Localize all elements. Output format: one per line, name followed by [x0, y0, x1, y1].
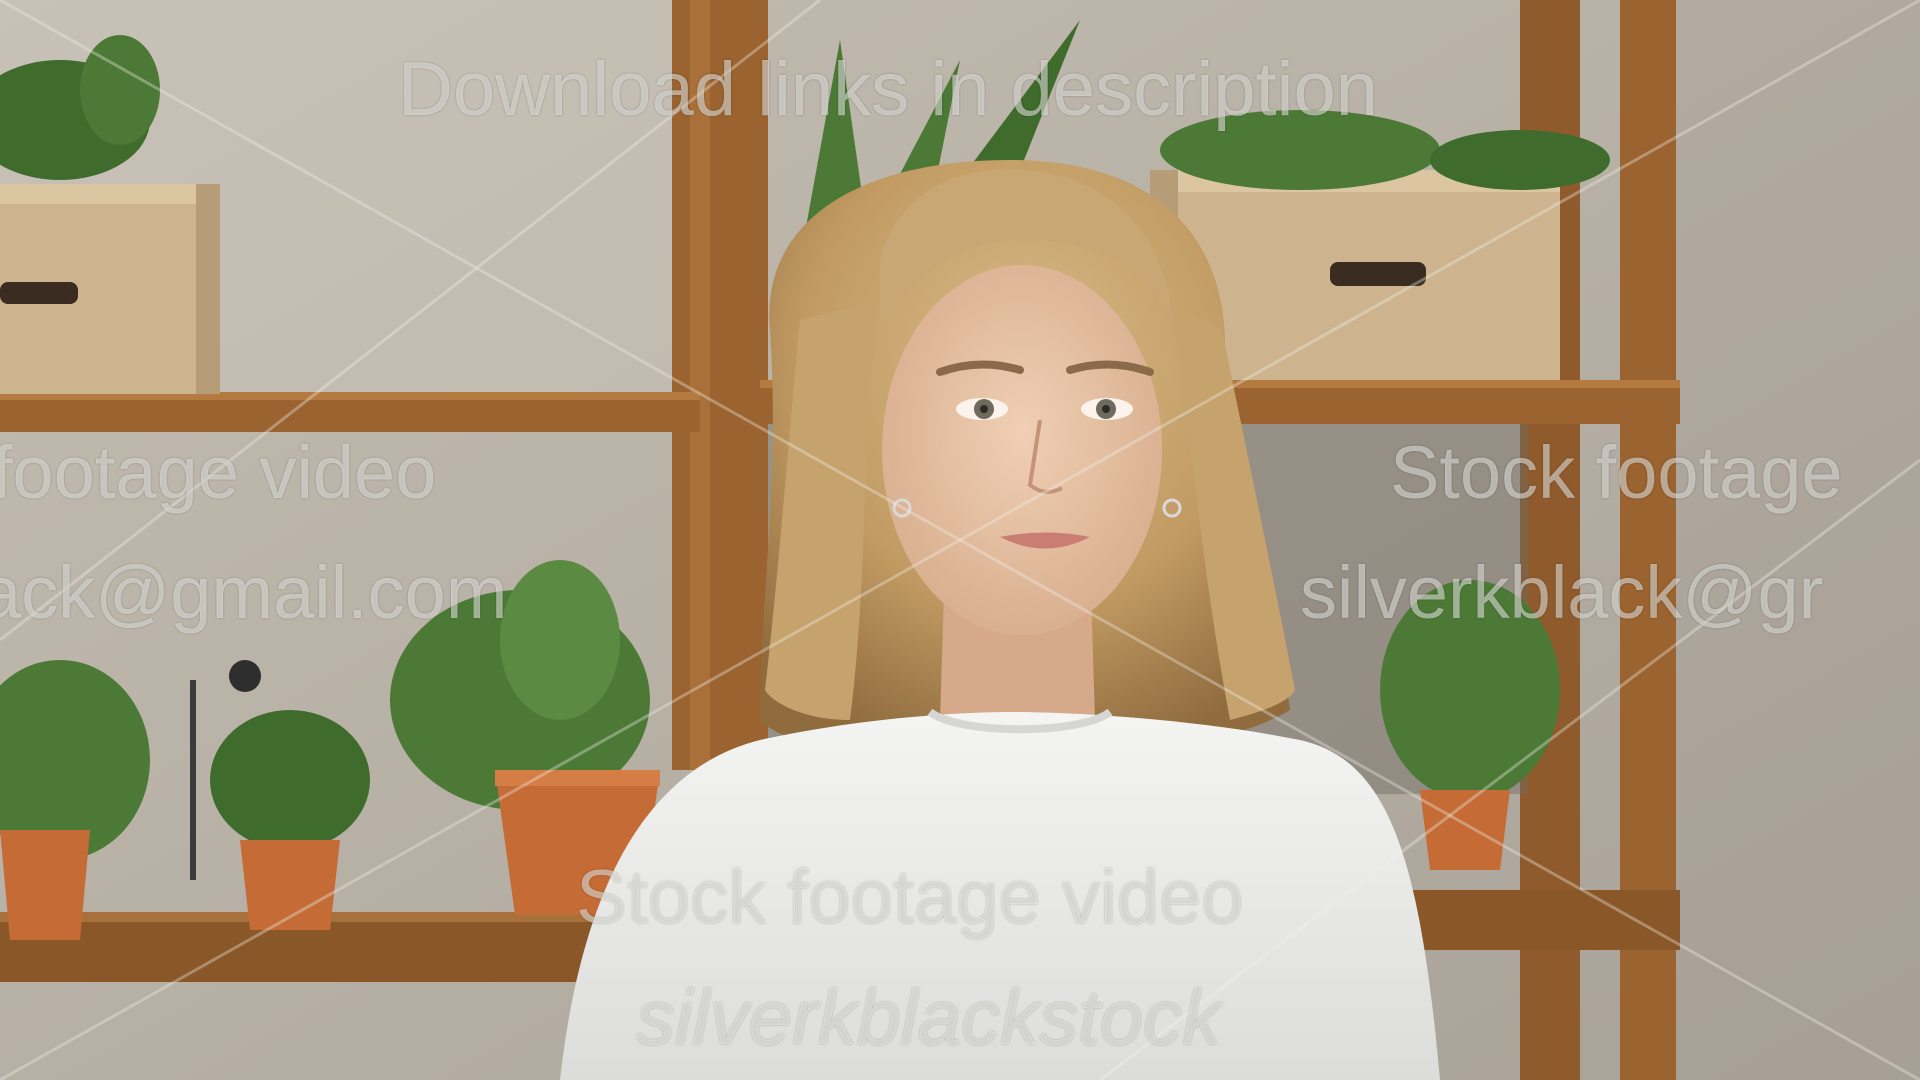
watermark-email-right: silverkblack@gr [1300, 551, 1824, 634]
watermark-download-links: Download links in description [398, 47, 1379, 132]
watermark-email-left: ack@gmail.com [0, 551, 508, 634]
cardboard-box-left [0, 184, 220, 394]
watermark-channel-name: silverkblackstock [636, 973, 1222, 1061]
watermark-stock-footage-video: Stock footage video [576, 855, 1244, 940]
watermark-footage-video: footage video [0, 431, 437, 514]
watermark-stock-footage: Stock footage [1390, 431, 1843, 514]
